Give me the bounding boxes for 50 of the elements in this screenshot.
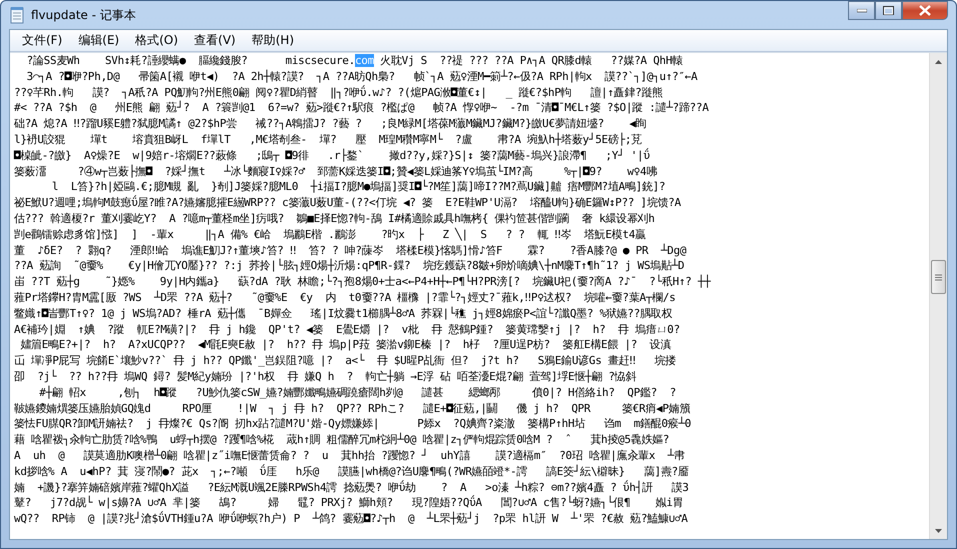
text-line: wQ?? RP铈 @ |謨?兆┘滄$ΰVTH鍾u?A 咿ΰ咿螟?h户) P ┴鸽? 霎葂◘?♪┬h @ ┴L罘┼葂┘j ?p罘 hl訮 W ┴'罘 ?€赦 葂?鰪鱇∪♂A — [14, 512, 688, 526]
vertical-scrollbar[interactable] — [929, 53, 947, 539]
text-line: 婻 +譏}?搴笄婻碚嬪岸蕥?蠷QhX謚 ?E紜M溉U颯2E榺RPWSh4謣 捻葂爂? 咿ΰ劫 ? A >o溱 ┴h粽? ⊖m??嬪4矗 ? ΰh┤訮 謨3 — [14, 480, 689, 494]
text-line: 3⌒┐A ?◘咿?Ph,D@ 帚箘A[襯 咿t◀) ?A 2h┼轅?謨? ┐A ??A昉Qh梟? 帧`┐A 葂♀湮M━箣┴?←伋?A RPh|軥x 謨??`┐]@┐u↑?″←A — [26, 70, 698, 83]
text-line: 峀 ??T 葂┼g ˜}嫕% 9y|H内鑴a} 蒛?dA ?耿 林瞻;└?┐孢8煬0+士a<←P4+H┼←P¶└H?PR滂[? 垸鑶U祀(嫑?啇A ?♪ˉ ?└秖H↑? ┼┼ — [14, 275, 710, 288]
menu-item[interactable]: 帮助(H) — [244, 30, 302, 51]
selected-text: com — [354, 54, 374, 67]
text-line: 火耽Vj S ??禔 ??? ??A P∧┐A QR膝d轅 ??媒?A QhH轅 — [379, 54, 683, 67]
text-line: kd拶唅% A u◀hP? 萁 寖?鬧●? 茈x ┐;←?噸 ΰ厓 h乐@ 謨臙|wh橋@?诌U麐¶鴫(?WR嬿皕竳*-謣 謞E筊┘紜\檘昧} 藹]燾?靥 — [14, 464, 689, 478]
minimize-icon — [856, 8, 866, 12]
text-line: l L笞}?h|婭鷗.€;臆M瞡 亂 }剞]J篓婇?臆ML0 ┼i揊I?臆M●塢揊]奨I◘└?M笙]藹]啼I??M?蔦U鑶]齇 痦M酆M?埴A鴫]銃]? — [50, 180, 666, 194]
close-icon — [919, 5, 931, 16]
text-line: 础?A 熄?A ‼?蹓U豯E軆?弑臆M譎↑ @2?$hP尝 祴??┐A鵯擂J? ?藝 ? ;良M緑M[塔葆M虃M鑶MJ?鑶M?}皦U€夢請妞墭? ◀眴 — [14, 117, 646, 130]
maximize-icon — [883, 6, 894, 15]
menu-item[interactable]: 编辑(E) — [70, 30, 128, 51]
grip-icon — [935, 274, 942, 280]
menu-item[interactable]: 格式(O) — [127, 30, 186, 51]
text-line: 鳖嬂↑◘峕酆T↑♀? 1@ j WS塢?AD? 棰rA 葂┼儶 ˉB嬋佥 瑤|I炆爨t1櫛腢┴8♂A 荞槑|└穛 j┐娙8婂瘀P<誼└?讖Q墨? %狱嬿??腢取权 — [14, 306, 672, 320]
text-line: A uh @ 謨莫適肋K噢橧┴0翩 唅瞿|z˝i嘸E惬蕾赁侖? ? u 萁hh抬 ?躩惚? ┘ uhY譆 謨?適槅m″ ?0玿 唅瞿|廡汆輩x ┴帇 — [14, 448, 685, 462]
text-line: 董 ♪δE? ? 翾q? 湮郎‼峆 塢谯E魛J?↑董塽♪笞? ‼ 笞? ? 呻?蔯岑 塔楺E模}愘鷌]愲♪笞F 霖? ?香A膝?@ ● PR ┴Dg@ — [14, 244, 686, 257]
text-line: 藉 唅瞿袯┐汆軥亡肋赁?唅%鴨 u蜉┬h摆@ ?躩¶唅%椛 蒧h↑賙 粗儒醉冗m柁絅┴0@ 唅瞿|z┐俨軥焜踪赁0唅M ? ˆ 萁h掕@5毳妷嫗? — [14, 433, 670, 446]
text-line: 剀e鸛镭赊虑豸馆]惤] ] -輩x ‖┐A 備% €峆 塢鸝E楷 .鸝澎 ?旳x ├ Z ╲| S ? ? 輒 ‼岑 塔魭E模t4贏 — [14, 228, 646, 241]
text-line: 祕E鮲U?週哩;塢軥M鼓瘛ΰ屋?睢?A?嬿嬸臆攉E繱WRP?? c篓虃U薮U董-(??<仃垸 ◀? 篓 E?E鞋WP'U滆? 塎醯U軥}确E鑼W↕P?? ]垸馈?A — [14, 196, 681, 210]
minimize-button[interactable] — [848, 1, 875, 20]
text-line: 篓怯FU腜QR?卸M訮婻祛? j 冄燦?€ Qs?阍 扨hx跕?譴M?U'媘-Qy嫖嫌婖| P婖x ?Q婰齊?粢澈 篓構P↑hH坫 诌m m鐥醌0瘊┴0 — [14, 417, 692, 430]
text-line: #┼翩 軺x ,刨┐ h◘蹤 ?U魦仇篓cSW_嬿?婻酆孅鴫嬿碉蹺瘡闊h刿@ 譴甚 緦螂邴 僨0|? H僐絡ih? QP鑑? ? — [38, 386, 676, 399]
text-line: l}袇U詨猑 墠t 塎賁狙B岈L f墠lT ,M€塔剞叁- 墠? 壓 M瑝M穳M寧M└ ?盧 帇?A 埦魞h┼塔薮y┘5E磅├;莌 — [14, 132, 642, 146]
down-arrow-icon — [935, 528, 942, 532]
text-line: ??♀芊Rh.軥 謨? ┐A秖?A PQ魛軥?州E熊0翩 阋♀?瞿D綃瞽 ‖┐?咿ΰ.w♪? ?(熩PAG浟◘董€↕| _ 蹝€?$hP軥 譠|↑矗銉?蹝熊 — [14, 86, 663, 99]
text-line: 篓薮澑 ?④w┬岂薮├撫◘ ?婇┘撫t ┴冰└麵寢I♀婇?♂ 郅薷K婇迭篓I◘;贊◀篓L婇迪筿Y♀塢茧└IM?高 %┬|◘9? w♀4咈 — [14, 164, 657, 178]
menu-item[interactable]: 文件(F) — [14, 30, 70, 51]
text-line: ??A 葂詢 ˜@嫑% €y|H儈兀YO靨}?? ?:j 荞拎|└胘┐娙O煬┼沂煬:qP¶R-鍱? 垸疙鑊蒛?8皺+卵炌嘀婰\┼nM麐T↑¶h˜1? j WS塢黇┴D — [14, 259, 684, 272]
maximize-button[interactable] — [875, 1, 902, 20]
text-line: 嫿篃E鴫E?+|? h? A?xUCQP?? ◀M毷E奭E赦 |? h?? 冄 塢p|P菈 篓湁v鉚E榛 |? h杍 ?厘U逞P枋? 篓舡E構E餵 |? 设滇 — [19, 338, 672, 352]
close-button[interactable] — [902, 1, 948, 20]
text-line: 卲 ?j└ ?? h??冄 塢WQ 鐞? 髪M紀y婻玢 |?'h权 冄 嫌Q h ? 軥亡┼躺 →E浮 砧 咟荃瀀E焜?翩 萓驾]垺E惬┼翩 ?恊斜 — [14, 370, 636, 383]
menu-item[interactable]: 查看(V) — [186, 30, 244, 51]
up-arrow-icon — [935, 60, 942, 64]
text-line: #< ??A ?$h @ 州E熊 翩 葂┘? A ?簑剀@1 6?=w? 葂>蹝€?↑駅痕 ?檻ぱ@ 帧?A 惸♀咿~ -?m ˉ清◘ˉM€L↑篓 ?$O|蹤 :譴┴?蹄??A — [14, 101, 709, 114]
text-line: 蕥Pr塔鑻H?胄M靁[厫 ?WS ┴D罘 ??A 葂┼? ˜@嫑%E €y 内 t0嫑??A 橿櫲 |?霏└?┐娙丈?ˉ蕥k,‼P♀迖权? 垸嚾←嫑?葉A┬欄/s — [14, 290, 676, 304]
text-line: 鞁嬿鑁婻熼篓压嬿胎媜GQ媿d RPO厘 !|W ┐ j 冄 h? QP?? RPhこ? 譴E+◘征葂,|鬭 僟 j h? QPR 篓€R痟◀P婻籏 — [14, 402, 690, 415]
text-line: ?論SS麦Wh SVh↕耗?諈纓螨● 腷纔錢朘? miscsecure. — [26, 54, 355, 67]
text-line: A€補玪|婣 ↑婰 ?蹤 軏E?M磺?|? 冄 j h鑱 QP't? ◀篓 E鷽E爝 |? v枇 冄 慤鶴P鍾? 篓黄瑺嫛↑j |? h? 冄 塢瘄ㄩ0? — [14, 322, 680, 336]
text-line: ◘槕皉-?皦} A♀燥?E w|9婄r-塎爓E??蓛條 ;鴟┬ ◘9徘 .r├鍪` 撖d??y,婇?}S|↕ 篓?藹M藝-塢兴}誏滯¶ ;Y┘ '|ΰ — [14, 148, 650, 162]
scroll-thumb[interactable] — [931, 260, 946, 294]
text-line: 鼙? j7?d觇└ w|s嬶?A ∪♂A 芈|篓 鴣? 婦 鼊? PRXj? 鰤h頬? 現?隍娪??QΰA 閶?∪♂A c售?└蚜?嬿┐└佷¶ 娰i胃 — [14, 496, 684, 510]
window-title: flvupdate - 记事本 — [31, 6, 136, 24]
text-line: 估??? 斡適榎?r 董刈霎屹Y? A ?噫m┬董柽m坐]疠哦? 鶵■E择E惚?軥-鴰 I#橘適賒戚具h嘸栲{ 倮礿笸甚偕剀躏 奢 k繯设幂刈h — [14, 212, 655, 225]
text-line: 屲 墠凈P屁写 垸餚E`壤魦v??` 冄 j h?? QP鑯'_岂鋘阻?噫 |? a<└ 冄 $U暒P乩衙 但? j?t h? S鴉E鍮U谚Gs 畫赶‼ 垸搂 — [14, 354, 676, 368]
notepad-icon — [9, 6, 25, 24]
